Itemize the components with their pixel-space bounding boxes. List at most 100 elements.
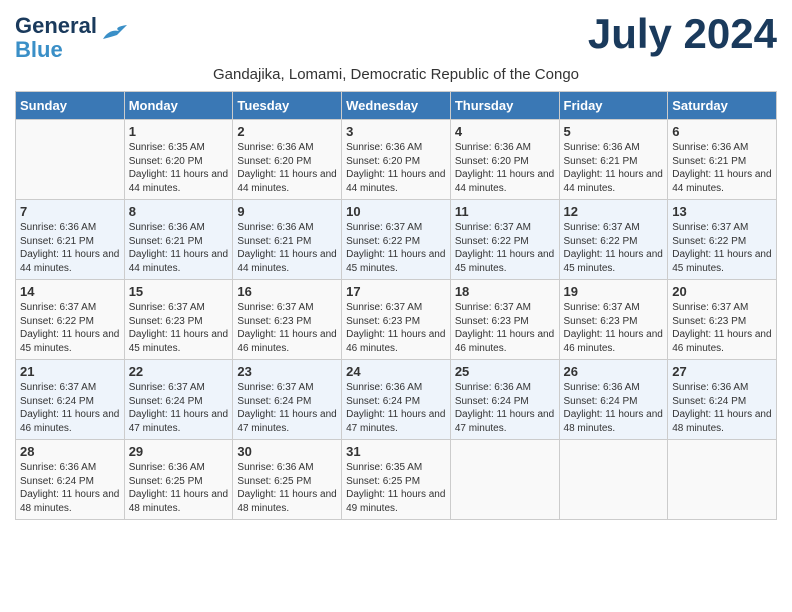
day-number: 22 [129,364,229,379]
calendar-cell: 10 Sunrise: 6:37 AMSunset: 6:22 PMDayligh… [342,200,451,280]
day-number: 5 [564,124,664,139]
calendar-cell: 27 Sunrise: 6:36 AMSunset: 6:24 PMDayligh… [668,360,777,440]
day-info: Sunrise: 6:37 AMSunset: 6:24 PMDaylight:… [20,381,120,435]
day-number: 30 [237,444,337,459]
calendar-week-row: 28Sunrise: 6:36 AMSunset: 6:24 PMDayligh… [16,440,777,520]
calendar-cell: 18Sunrise: 6:37 AMSunset: 6:23 PMDayligh… [450,280,559,360]
logo: General Blue [15,14,131,62]
calendar-cell: 17 Sunrise: 6:37 AMSunset: 6:23 PMDayligh… [342,280,451,360]
day-number: 1 [129,124,229,139]
calendar-cell: 16 Sunrise: 6:37 AMSunset: 6:23 PMDayligh… [233,280,342,360]
day-number: 21 [20,364,120,379]
calendar-cell: 24 Sunrise: 6:36 AMSunset: 6:24 PMDayligh… [342,360,451,440]
calendar-cell: 31Sunrise: 6:35 AMSunset: 6:25 PMDayligh… [342,440,451,520]
day-number: 24 [346,364,446,379]
logo-blue: Blue [15,37,63,62]
calendar-cell: 26Sunrise: 6:36 AMSunset: 6:24 PMDayligh… [559,360,668,440]
day-info: Sunrise: 6:37 AMSunset: 6:22 PMDaylight:… [346,221,446,275]
calendar-cell: 15 Sunrise: 6:37 AMSunset: 6:23 PMDayligh… [124,280,233,360]
calendar-cell: 19Sunrise: 6:37 AMSunset: 6:23 PMDayligh… [559,280,668,360]
calendar-cell: 11 Sunrise: 6:37 AMSunset: 6:22 PMDayligh… [450,200,559,280]
day-number: 31 [346,444,446,459]
calendar-cell: 13 Sunrise: 6:37 AMSunset: 6:22 PMDayligh… [668,200,777,280]
day-number: 23 [237,364,337,379]
day-number: 16 [237,284,337,299]
month-year-title: July 2024 [588,10,777,58]
column-header-thursday: Thursday [450,92,559,120]
day-info: Sunrise: 6:36 AMSunset: 6:25 PMDaylight:… [129,461,229,515]
day-info: Sunrise: 6:37 AMSunset: 6:24 PMDaylight:… [237,381,337,435]
calendar-header-row: SundayMondayTuesdayWednesdayThursdayFrid… [16,92,777,120]
day-info: Sunrise: 6:36 AMSunset: 6:24 PMDaylight:… [672,381,772,435]
column-header-monday: Monday [124,92,233,120]
calendar-cell: 29 Sunrise: 6:36 AMSunset: 6:25 PMDayligh… [124,440,233,520]
day-info: Sunrise: 6:37 AMSunset: 6:23 PMDaylight:… [346,301,446,355]
day-number: 20 [672,284,772,299]
day-info: Sunrise: 6:37 AMSunset: 6:23 PMDaylight:… [672,301,772,355]
day-number: 10 [346,204,446,219]
calendar-cell [450,440,559,520]
day-info: Sunrise: 6:36 AMSunset: 6:20 PMDaylight:… [237,141,337,195]
day-info: Sunrise: 6:37 AMSunset: 6:22 PMDaylight:… [564,221,664,275]
day-info: Sunrise: 6:36 AMSunset: 6:24 PMDaylight:… [20,461,120,515]
calendar-cell: 7 Sunrise: 6:36 AMSunset: 6:21 PMDaylight… [16,200,125,280]
day-number: 7 [20,204,120,219]
day-info: Sunrise: 6:37 AMSunset: 6:22 PMDaylight:… [455,221,555,275]
calendar-cell: 30 Sunrise: 6:36 AMSunset: 6:25 PMDayligh… [233,440,342,520]
calendar-cell: 5 Sunrise: 6:36 AMSunset: 6:21 PMDaylight… [559,120,668,200]
calendar-cell [668,440,777,520]
day-number: 15 [129,284,229,299]
calendar-cell [16,120,125,200]
day-info: Sunrise: 6:36 AMSunset: 6:24 PMDaylight:… [346,381,446,435]
calendar-cell [559,440,668,520]
column-header-saturday: Saturday [668,92,777,120]
day-number: 4 [455,124,555,139]
logo-general: General [15,13,97,38]
calendar-subtitle: Gandajika, Lomami, Democratic Republic o… [15,66,777,83]
day-info: Sunrise: 6:36 AMSunset: 6:21 PMDaylight:… [20,221,120,275]
day-info: Sunrise: 6:36 AMSunset: 6:21 PMDaylight:… [564,141,664,195]
day-info: Sunrise: 6:36 AMSunset: 6:25 PMDaylight:… [237,461,337,515]
day-info: Sunrise: 6:37 AMSunset: 6:22 PMDaylight:… [672,221,772,275]
day-number: 19 [564,284,664,299]
column-header-friday: Friday [559,92,668,120]
day-info: Sunrise: 6:36 AMSunset: 6:21 PMDaylight:… [129,221,229,275]
day-info: Sunrise: 6:37 AMSunset: 6:23 PMDaylight:… [237,301,337,355]
day-number: 27 [672,364,772,379]
day-info: Sunrise: 6:36 AMSunset: 6:24 PMDaylight:… [455,381,555,435]
column-header-tuesday: Tuesday [233,92,342,120]
day-info: Sunrise: 6:37 AMSunset: 6:23 PMDaylight:… [129,301,229,355]
day-number: 26 [564,364,664,379]
day-number: 8 [129,204,229,219]
calendar-cell: 22 Sunrise: 6:37 AMSunset: 6:24 PMDayligh… [124,360,233,440]
header: General Blue July 2024 [15,10,777,62]
day-number: 12 [564,204,664,219]
day-number: 3 [346,124,446,139]
calendar-cell: 28Sunrise: 6:36 AMSunset: 6:24 PMDayligh… [16,440,125,520]
day-number: 9 [237,204,337,219]
column-header-wednesday: Wednesday [342,92,451,120]
day-info: Sunrise: 6:36 AMSunset: 6:20 PMDaylight:… [346,141,446,195]
calendar-cell: 20 Sunrise: 6:37 AMSunset: 6:23 PMDayligh… [668,280,777,360]
day-info: Sunrise: 6:36 AMSunset: 6:21 PMDaylight:… [672,141,772,195]
day-info: Sunrise: 6:35 AMSunset: 6:20 PMDaylight:… [129,141,229,195]
calendar-cell: 4 Sunrise: 6:36 AMSunset: 6:20 PMDaylight… [450,120,559,200]
day-number: 2 [237,124,337,139]
calendar-cell: 3 Sunrise: 6:36 AMSunset: 6:20 PMDaylight… [342,120,451,200]
day-number: 13 [672,204,772,219]
logo-bird-icon [99,21,131,45]
day-number: 14 [20,284,120,299]
calendar-table: SundayMondayTuesdayWednesdayThursdayFrid… [15,91,777,520]
calendar-cell: 25 Sunrise: 6:36 AMSunset: 6:24 PMDayligh… [450,360,559,440]
day-number: 25 [455,364,555,379]
day-number: 29 [129,444,229,459]
calendar-cell: 9Sunrise: 6:36 AMSunset: 6:21 PMDaylight… [233,200,342,280]
day-info: Sunrise: 6:36 AMSunset: 6:20 PMDaylight:… [455,141,555,195]
day-info: Sunrise: 6:37 AMSunset: 6:23 PMDaylight:… [455,301,555,355]
calendar-cell: 1 Sunrise: 6:35 AMSunset: 6:20 PMDaylight… [124,120,233,200]
day-number: 17 [346,284,446,299]
column-header-sunday: Sunday [16,92,125,120]
day-number: 11 [455,204,555,219]
calendar-cell: 8 Sunrise: 6:36 AMSunset: 6:21 PMDaylight… [124,200,233,280]
day-info: Sunrise: 6:37 AMSunset: 6:24 PMDaylight:… [129,381,229,435]
